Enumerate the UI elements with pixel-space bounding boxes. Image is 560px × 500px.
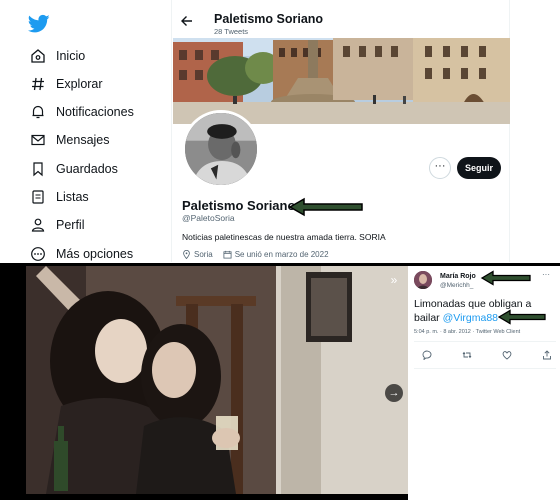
sidebar-item-label: Mensajes: [56, 133, 110, 147]
sidebar-item-label: Perfil: [56, 218, 85, 232]
sidebar-item-label: Notificaciones: [56, 105, 134, 119]
tweet-more-button[interactable]: ···: [542, 270, 550, 279]
share-icon[interactable]: [542, 350, 552, 360]
sidebar-item-inicio[interactable]: Inicio: [30, 44, 85, 68]
profile-bio: Noticias paletinescas de nuestra amada t…: [182, 232, 386, 242]
sidebar-item-label: Más opciones: [56, 247, 134, 261]
person-icon: [31, 218, 45, 232]
next-image-button[interactable]: →: [385, 384, 403, 402]
sidebar-item-listas[interactable]: Listas: [30, 185, 89, 209]
more-circle-icon: [31, 247, 45, 261]
expand-panel-icon[interactable]: »: [386, 272, 402, 288]
media-viewer: » →: [0, 266, 408, 500]
tweet-panel: María Rojo @Merichh_ ··· Limonadas que o…: [408, 266, 560, 500]
sidebar-item-label: Listas: [56, 190, 89, 204]
back-arrow-icon[interactable]: [180, 14, 194, 28]
location-pin-icon: [183, 250, 190, 259]
retweet-icon[interactable]: [462, 350, 472, 360]
sidebar-nav: Inicio Explorar Notificaciones Mensajes …: [0, 0, 170, 262]
follow-button[interactable]: Seguir: [457, 157, 501, 179]
calendar-icon: [223, 250, 232, 259]
profile-handle: @PaletoSoria: [182, 213, 235, 223]
sidebar-item-notificaciones[interactable]: Notificaciones: [30, 100, 134, 124]
list-icon: [32, 190, 44, 204]
tweet-author-name[interactable]: María Rojo: [440, 273, 476, 280]
header-profile-name: Paletismo Soriano: [214, 12, 324, 26]
tweet-count: 28 Tweets: [214, 27, 249, 36]
profile-joined-date: Se unió en marzo de 2022: [234, 250, 329, 259]
sidebar-item-perfil[interactable]: Perfil: [30, 213, 84, 237]
reply-icon[interactable]: [422, 350, 432, 360]
hashtag-icon: [32, 77, 44, 91]
twitter-bird-icon[interactable]: [28, 14, 50, 34]
sidebar-item-label: Explorar: [56, 77, 103, 91]
tweet-mention-link[interactable]: @Virgma88: [443, 312, 498, 324]
sidebar-item-label: Guardados: [56, 162, 118, 176]
sidebar-item-guardados[interactable]: Guardados: [30, 157, 118, 181]
bookmark-icon: [33, 162, 43, 177]
annotation-arrow-icon: [288, 197, 363, 217]
tweet-timestamp: 5:04 p. m. · 8 abr. 2012 · Twitter Web C…: [414, 329, 521, 335]
more-options-button[interactable]: ···: [429, 157, 451, 179]
bell-icon: [32, 105, 44, 119]
tweet-photo[interactable]: [26, 266, 408, 494]
sidebar-item-explorar[interactable]: Explorar: [30, 72, 103, 96]
profile-avatar[interactable]: [182, 110, 260, 188]
divider: [414, 368, 556, 369]
sidebar-item-label: Inicio: [56, 49, 86, 63]
profile-name: Paletismo Soriano: [182, 198, 296, 213]
annotation-arrow-icon: [480, 270, 531, 286]
home-icon: [31, 49, 45, 63]
divider: [414, 341, 556, 342]
mail-icon: [31, 134, 45, 146]
like-icon[interactable]: [502, 350, 512, 360]
profile-meta: Soria Se unió en marzo de 2022: [182, 250, 329, 259]
annotation-arrow-icon: [497, 309, 546, 325]
sidebar-item-mensajes[interactable]: Mensajes: [30, 128, 110, 152]
tweet-actions: [422, 350, 552, 360]
tweet-author-avatar[interactable]: [414, 271, 432, 289]
profile-location: Soria: [194, 250, 213, 259]
profile-header: Paletismo Soriano 28 Tweets: [172, 0, 511, 38]
tweet-author-handle: @Merichh_: [440, 282, 474, 289]
profile-column: Paletismo Soriano 28 Tweets ··· Seguir P…: [171, 0, 510, 262]
